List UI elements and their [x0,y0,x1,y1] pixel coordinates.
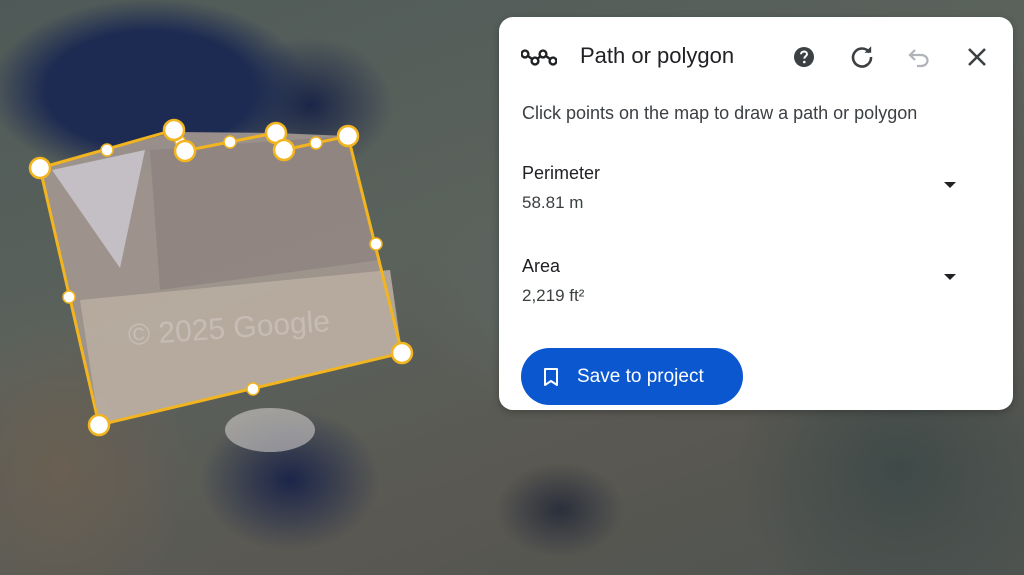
vertex-handle[interactable] [28,156,52,180]
area-label: Area [522,256,561,276]
help-icon [794,47,814,67]
bookmark-icon [544,367,558,386]
midpoint-handle[interactable] [62,290,76,304]
save-button-label: Save to project [577,365,704,387]
save-to-project-button[interactable]: Save to project [521,348,743,405]
perimeter-label: Perimeter [522,163,601,183]
midpoint-handle[interactable] [309,136,323,150]
midpoint-handle[interactable] [100,143,114,157]
vertex-handle[interactable] [336,124,360,148]
refresh-icon [851,46,873,68]
tree-shadow [225,408,315,452]
path-polygon-icon [521,49,557,66]
perimeter-unit-dropdown[interactable] [937,172,963,198]
perimeter-value: 58.81 m [522,193,584,212]
help-button[interactable] [789,42,819,72]
panel-title: Path or polygon [580,43,735,68]
chevron-down-icon [944,182,956,188]
instruction-text: Click points on the map to draw a path o… [522,103,918,123]
midpoint-handle[interactable] [246,382,260,396]
midpoint-handle[interactable] [369,237,383,251]
chevron-down-icon [944,274,956,280]
vertex-handle[interactable] [87,413,111,437]
vertex-handle[interactable] [272,138,296,162]
area-value: 2,219 ft² [522,286,585,305]
vertex-handle[interactable] [162,118,186,142]
path-polygon-panel: Path or polygon Click points on the map … [499,17,1013,410]
vertex-handle[interactable] [173,139,197,163]
undo-icon [908,49,929,68]
area-unit-dropdown[interactable] [937,264,963,290]
close-icon [968,48,986,66]
close-button[interactable] [962,42,992,72]
midpoint-handle[interactable] [223,135,237,149]
refresh-button[interactable] [847,42,877,72]
undo-button[interactable] [904,42,934,72]
vertex-handle[interactable] [390,341,414,365]
